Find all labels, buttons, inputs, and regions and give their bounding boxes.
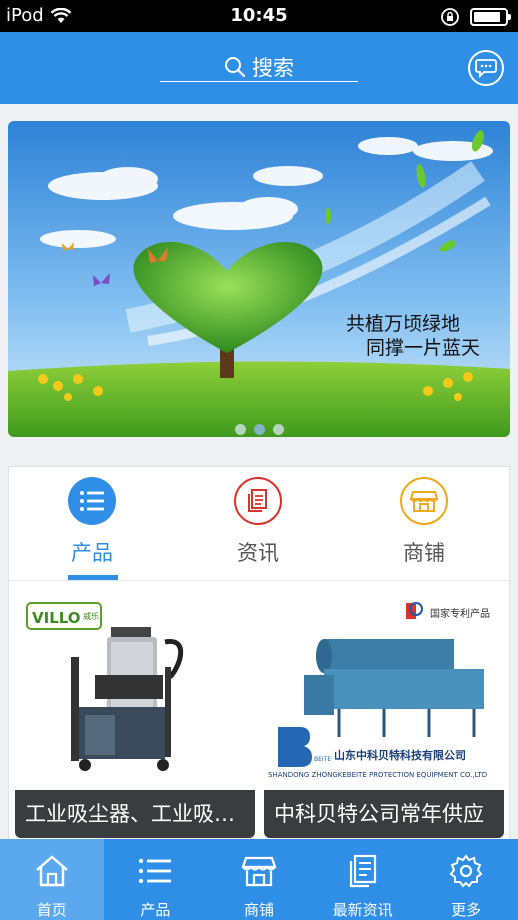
search-icon <box>225 56 246 77</box>
brand-logo-subtext: 威乐 <box>83 611 99 621</box>
nav-news-label: 最新资讯 <box>332 901 393 919</box>
tab-products-label: 产品 <box>71 541 113 565</box>
nav-products-label: 产品 <box>140 901 171 919</box>
nav-more-label: 更多 <box>451 901 482 919</box>
news-icon <box>349 854 376 888</box>
nav-products[interactable]: 产品 <box>104 839 208 920</box>
list-icon <box>139 858 172 884</box>
nav-stores[interactable]: 商铺 <box>207 839 311 920</box>
app-header: 搜索 <box>0 32 518 104</box>
category-tabs: 产品 资讯 商铺 <box>9 467 509 581</box>
product-title: 工业吸尘器、工业吸尘器 <box>15 790 255 838</box>
product-list: VILLO 威乐 工业吸尘器、工业吸尘器 国家专利产品 BEITE 山东中科贝特… <box>9 597 509 847</box>
product-image: VILLO 威乐 <box>15 597 255 793</box>
store-icon <box>400 477 448 525</box>
carousel-dot[interactable] <box>253 424 265 435</box>
list-icon <box>68 477 116 525</box>
promo-banner[interactable]: 共植万顷绿地 同撑一片蓝天 <box>8 121 510 437</box>
battery-level <box>474 12 500 22</box>
carousel-dots[interactable] <box>8 424 510 435</box>
nav-more[interactable]: 更多 <box>414 839 518 920</box>
active-tab-indicator <box>68 575 118 580</box>
message-icon <box>475 59 497 78</box>
tab-news[interactable]: 资讯 <box>175 467 341 581</box>
search-bar[interactable]: 搜索 <box>160 52 358 82</box>
document-icon <box>234 477 282 525</box>
category-panel: 产品 资讯 商铺 VILLO 威乐 工业吸尘器、工业吸尘器 国家专利产品 BEI… <box>8 466 510 846</box>
company-name-cn: 山东中科贝特科技有限公司 <box>334 748 466 762</box>
tab-stores[interactable]: 商铺 <box>341 467 507 581</box>
battery-icon <box>470 8 511 26</box>
product-title: 中科贝特公司常年供应 <box>264 790 504 838</box>
message-button[interactable] <box>468 50 504 86</box>
nav-news[interactable]: 最新资讯 <box>311 839 415 920</box>
nav-home[interactable]: 首页 <box>0 839 104 920</box>
store-icon <box>241 856 277 887</box>
rotation-lock-icon <box>441 8 459 26</box>
carousel-dot[interactable] <box>234 424 246 435</box>
gear-icon <box>449 854 483 888</box>
nav-home-label: 首页 <box>36 901 67 919</box>
status-bar: iPod 10:45 <box>0 0 518 32</box>
bottom-navigation: 首页 产品 商铺 最新资讯 更多 <box>0 839 518 920</box>
product-image: 国家专利产品 BEITE 山东中科贝特科技有限公司 SHANDONG ZHONG… <box>264 597 504 793</box>
company-logo-text: BEITE <box>314 756 331 763</box>
carousel-dot[interactable] <box>272 424 284 435</box>
home-icon <box>36 855 68 887</box>
banner-slogan-line2: 同撑一片蓝天 <box>366 337 481 359</box>
product-card[interactable]: VILLO 威乐 工业吸尘器、工业吸尘器 <box>15 597 255 839</box>
tab-products[interactable]: 产品 <box>9 467 175 581</box>
company-name-en: SHANDONG ZHONGKEBEITE PROTECTION EQUIPME… <box>268 771 487 779</box>
search-label: 搜索 <box>252 55 294 80</box>
tab-news-label: 资讯 <box>237 541 279 565</box>
status-icons <box>440 7 511 27</box>
product-card[interactable]: 国家专利产品 BEITE 山东中科贝特科技有限公司 SHANDONG ZHONG… <box>264 597 504 839</box>
patent-label: 国家专利产品 <box>430 607 490 620</box>
banner-slogan-line1: 共植万顷绿地 <box>346 313 461 335</box>
nav-stores-label: 商铺 <box>243 901 274 919</box>
brand-logo-text: VILLO <box>32 609 81 627</box>
banner-image <box>8 121 510 437</box>
tab-stores-label: 商铺 <box>403 541 445 565</box>
